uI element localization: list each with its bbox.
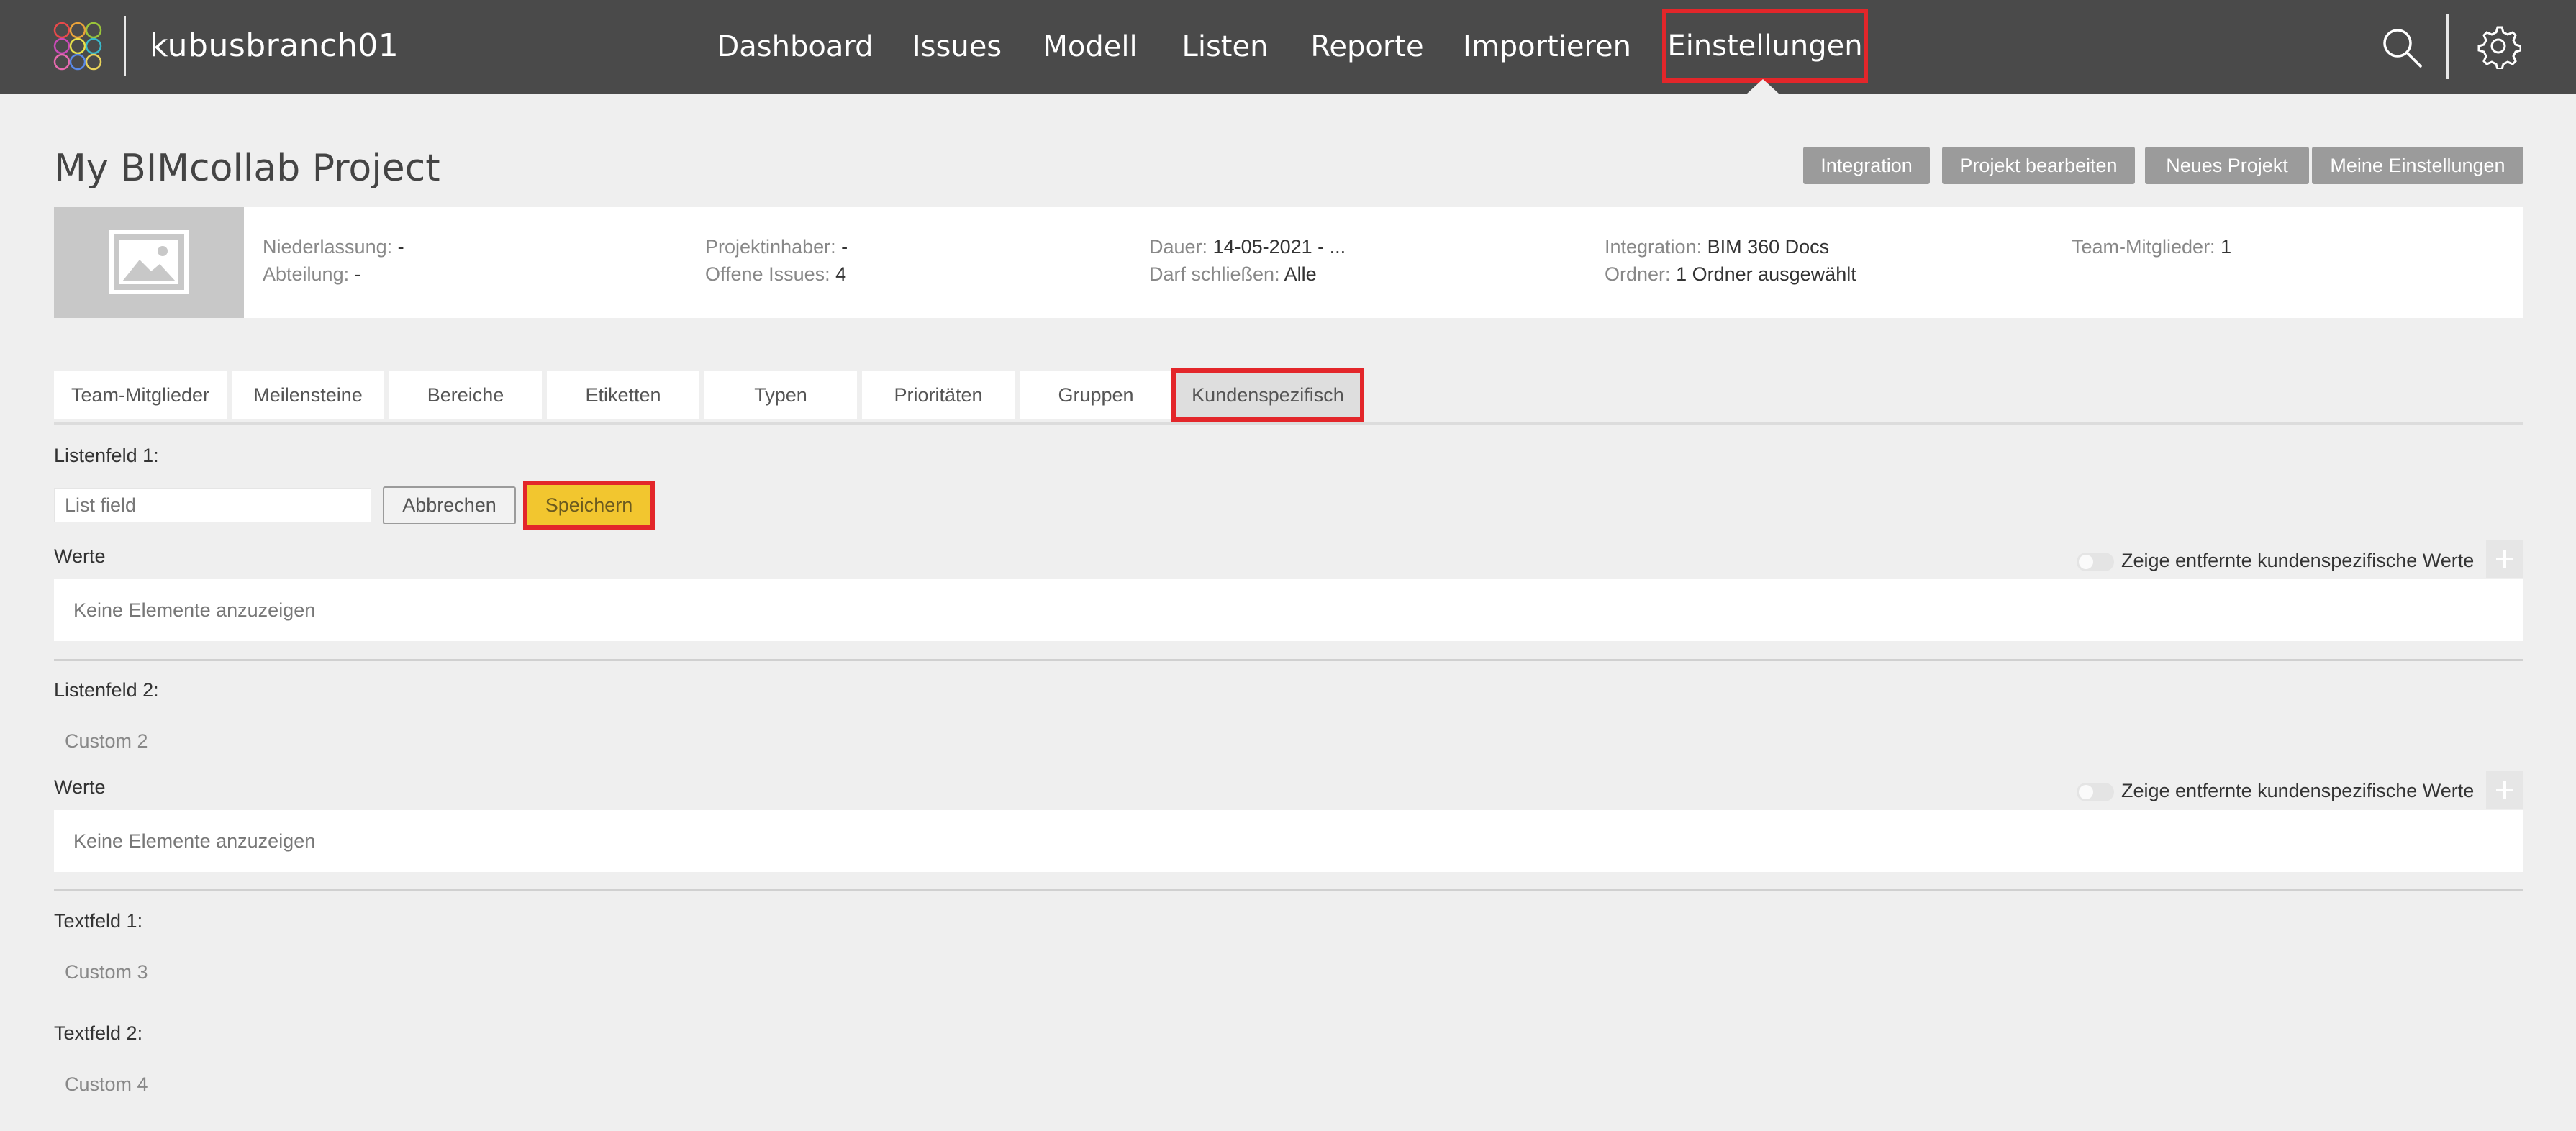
nav-listen[interactable]: Listen <box>1173 0 1277 94</box>
value-abteilung: - <box>354 263 361 285</box>
logo-divider <box>124 16 126 76</box>
add-value-button-2[interactable] <box>2486 771 2523 809</box>
add-value-button-1[interactable] <box>2486 540 2523 578</box>
value-integration: BIM 360 Docs <box>1707 236 1830 258</box>
value-ordner: 1 Ordner ausgewählt <box>1676 263 1856 285</box>
value-darf-schliessen: Alle <box>1284 263 1317 285</box>
textfeld1-value[interactable]: Custom 3 <box>65 961 148 984</box>
value-projektinhaber: - <box>841 236 848 258</box>
label-team-mitglieder: Team-Mitglieder: <box>2072 236 2216 258</box>
label-dauer: Dauer: <box>1149 236 1208 258</box>
new-project-button[interactable]: Neues Projekt <box>2145 147 2309 184</box>
nav-issues-label: Issues <box>912 30 1002 63</box>
nav-issues[interactable]: Issues <box>903 0 1011 94</box>
nav-dashboard-label: Dashboard <box>717 30 874 63</box>
tab-meilensteine[interactable]: Meilensteine <box>232 371 384 419</box>
project-info-card: Niederlassung: - Abteilung: - Projektinh… <box>54 207 2523 318</box>
separator-1 <box>54 659 2523 661</box>
gear-icon[interactable] <box>2475 23 2521 69</box>
label-darf-schliessen: Darf schließen: <box>1149 263 1280 285</box>
info-team-mitglieder: Team-Mitglieder: 1 <box>2072 236 2231 258</box>
info-darf-schliessen: Darf schließen: Alle <box>1149 263 1317 286</box>
tabs-underline <box>54 422 2523 425</box>
nav-importieren[interactable]: Importieren <box>1461 0 1633 94</box>
listenfeld1-input[interactable]: List field <box>54 488 371 522</box>
project-name[interactable]: kubusbranch01 <box>150 27 399 64</box>
edit-project-button[interactable]: Projekt bearbeiten <box>1942 147 2135 184</box>
icon-divider <box>2446 14 2449 79</box>
show-removed-toggle-label-2: Zeige entfernte kundenspezifische Werte <box>2121 780 2475 801</box>
info-niederlassung: Niederlassung: - <box>263 236 404 258</box>
info-abteilung: Abteilung: - <box>263 263 361 286</box>
tab-typen[interactable]: Typen <box>704 371 857 419</box>
listenfeld1-input-text: List field <box>65 494 137 516</box>
value-dauer: 14-05-2021 - ... <box>1212 236 1346 258</box>
info-projektinhaber: Projektinhaber: - <box>705 236 848 258</box>
logo-icon[interactable] <box>53 21 103 71</box>
tab-prioritaeten[interactable]: Prioritäten <box>862 371 1015 419</box>
label-niederlassung: Niederlassung: <box>263 236 393 258</box>
search-icon[interactable] <box>2380 26 2423 69</box>
my-settings-button[interactable]: Meine Einstellungen <box>2312 147 2523 184</box>
textfeld2-value[interactable]: Custom 4 <box>65 1073 148 1096</box>
image-placeholder-icon <box>109 230 189 294</box>
show-removed-toggle-1[interactable] <box>2077 553 2114 571</box>
nav-reporte[interactable]: Reporte <box>1306 0 1428 94</box>
value-niederlassung: - <box>397 236 404 258</box>
values-list-1: Keine Elemente anzuzeigen <box>54 579 2523 641</box>
tab-bereiche[interactable]: Bereiche <box>389 371 542 419</box>
label-integration: Integration: <box>1605 236 1702 258</box>
integration-button[interactable]: Integration <box>1803 147 1930 184</box>
save-button[interactable]: Speichern <box>523 481 655 530</box>
werte-label-2: Werte <box>54 776 106 798</box>
nav-modell[interactable]: Modell <box>1036 0 1144 94</box>
project-thumbnail[interactable] <box>54 207 244 318</box>
label-projektinhaber: Projektinhaber: <box>705 236 836 258</box>
active-nav-caret <box>1747 79 1779 94</box>
info-dauer: Dauer: 14-05-2021 - ... <box>1149 236 1346 258</box>
nav-einstellungen[interactable]: Einstellungen <box>1662 9 1868 83</box>
top-navigation-bar: kubusbranch01 Dashboard Issues Modell Li… <box>0 0 2576 94</box>
nav-dashboard[interactable]: Dashboard <box>709 0 881 94</box>
textfeld2-label: Textfeld 2: <box>54 1022 143 1044</box>
empty-message-2: Keine Elemente anzuzeigen <box>73 830 316 852</box>
label-offene-issues: Offene Issues: <box>705 263 830 285</box>
value-team-mitglieder: 1 <box>2221 236 2232 258</box>
cancel-button[interactable]: Abbrechen <box>383 486 516 524</box>
tab-gruppen[interactable]: Gruppen <box>1020 371 1172 419</box>
tab-kundenspezifisch[interactable]: Kundenspezifisch <box>1171 368 1364 422</box>
info-integration: Integration: BIM 360 Docs <box>1605 236 1829 258</box>
label-abteilung: Abteilung: <box>263 263 350 285</box>
show-removed-toggle-2[interactable] <box>2077 783 2114 801</box>
page-title: My BIMcollab Project <box>54 147 440 190</box>
nav-modell-label: Modell <box>1043 30 1138 63</box>
plus-icon <box>2496 550 2513 568</box>
nav-reporte-label: Reporte <box>1310 30 1424 63</box>
nav-importieren-label: Importieren <box>1462 30 1631 63</box>
show-removed-toggle-label-1: Zeige entfernte kundenspezifische Werte <box>2121 550 2475 571</box>
nav-einstellungen-label: Einstellungen <box>1667 29 1863 63</box>
werte-label-1: Werte <box>54 545 106 567</box>
info-offene-issues: Offene Issues: 4 <box>705 263 846 286</box>
plus-icon <box>2496 781 2513 799</box>
label-ordner: Ordner: <box>1605 263 1671 285</box>
info-ordner: Ordner: 1 Ordner ausgewählt <box>1605 263 1856 286</box>
separator-2 <box>54 889 2523 891</box>
listenfeld2-label: Listenfeld 2: <box>54 679 159 701</box>
nav-listen-label: Listen <box>1182 30 1269 63</box>
listenfeld1-label: Listenfeld 1: <box>54 445 159 466</box>
textfeld1-label: Textfeld 1: <box>54 910 143 932</box>
listenfeld2-value[interactable]: Custom 2 <box>65 730 148 753</box>
tab-team-mitglieder[interactable]: Team-Mitglieder <box>54 371 227 419</box>
empty-message-1: Keine Elemente anzuzeigen <box>73 599 316 621</box>
value-offene-issues: 4 <box>835 263 847 285</box>
values-list-2: Keine Elemente anzuzeigen <box>54 810 2523 872</box>
tab-etiketten[interactable]: Etiketten <box>547 371 699 419</box>
